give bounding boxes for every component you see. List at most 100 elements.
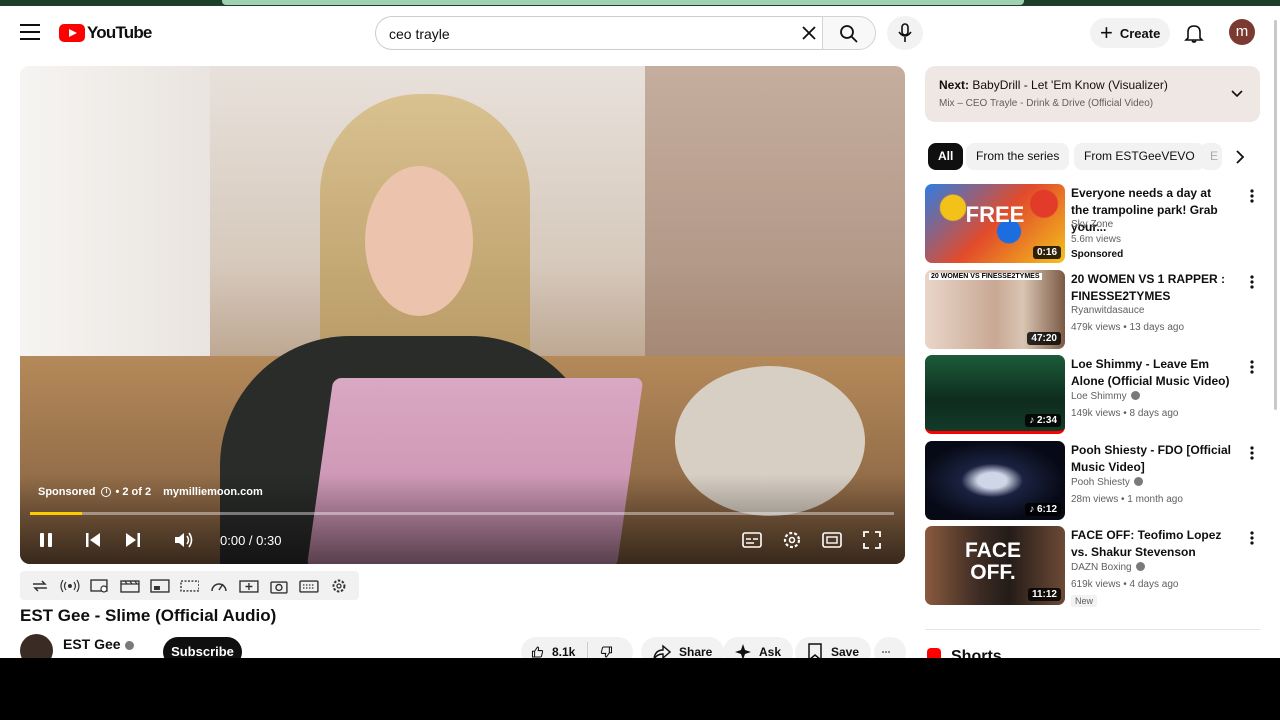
loop-icon[interactable] [30,578,50,594]
settings-icon[interactable] [782,528,802,552]
ask-button[interactable]: Ask [723,637,794,658]
speed-icon[interactable] [209,578,229,594]
duration-badge: ♪ 6:12 [1025,503,1061,516]
captions-icon[interactable] [742,528,762,552]
search-query[interactable]: ceo trayle [389,26,450,42]
search-button[interactable] [822,16,876,50]
duration-text: 2:34 [1036,415,1057,426]
like-icon[interactable] [531,643,544,658]
next-title: BabyDrill - Let 'Em Know (Visualizer) [972,78,1168,92]
rec-channel-row[interactable]: Pooh Shiesty [1071,477,1143,488]
recommendation-item[interactable]: ♪ 6:12 Pooh Shiesty - FDO [Official Musi… [925,441,1260,521]
save-icon [808,643,822,658]
create-button[interactable]: + Create [1090,18,1170,48]
chip-all[interactable]: All [928,143,964,170]
like-dislike-group: 8.1k [521,637,633,658]
section-divider [925,629,1260,630]
video-thumbnail[interactable]: ♪ 2:34 [925,355,1065,434]
recommendation-item[interactable]: ♪ 2:34 Loe Shimmy - Leave Em Alone (Offi… [925,355,1260,435]
crop-icon[interactable] [179,578,200,594]
mix-title: Mix – CEO Trayle - Drink & Drive (Offici… [939,98,1154,109]
rec-channel[interactable]: DAZN Boxing [1071,562,1132,573]
save-button[interactable]: Save [795,637,872,658]
picture-in-picture-icon[interactable] [149,578,170,594]
ad-site-link[interactable]: mymilliemoon.com [163,486,263,498]
next-icon[interactable] [124,528,142,552]
pause-icon[interactable] [38,528,54,552]
broadcast-icon[interactable] [60,578,80,594]
youtube-logo[interactable]: YouTube [59,23,152,43]
rec-title[interactable]: Loe Shimmy - Leave Em Alone (Official Mu… [1071,356,1231,390]
next-up-panel[interactable]: Next: BabyDrill - Let 'Em Know (Visualiz… [925,66,1260,122]
fullscreen-icon[interactable] [862,528,882,552]
bell-icon[interactable] [1183,22,1205,44]
like-count[interactable]: 8.1k [552,645,575,658]
duration-badge: 47:20 [1027,332,1061,345]
volume-icon[interactable] [173,528,195,552]
keyboard-icon[interactable] [299,578,319,594]
video-thumbnail[interactable]: FACE OFF. 11:12 [925,526,1065,605]
channel-name-row[interactable]: EST Gee [63,636,134,652]
verified-icon [1130,391,1140,400]
thumbnail-text: FACE OFF. [964,539,1021,584]
account-avatar[interactable]: m [1229,19,1255,45]
rec-channel-row[interactable]: DAZN Boxing [1071,562,1145,573]
search-input[interactable]: ceo trayle [375,16,823,50]
rec-title[interactable]: Pooh Shiesty - FDO [Official Music Video… [1071,442,1231,476]
video-frame-person-face [365,166,473,316]
screen-eye-icon[interactable] [90,578,110,594]
shorts-label: Shorts [951,648,1002,658]
previous-icon[interactable] [84,528,102,552]
ad-info[interactable]: Sponsored i • 2 of 2 mymilliemoon.com [38,486,263,498]
recommendation-item[interactable]: FACE OFF. 11:12 FACE OFF: Teofimo Lopez … [925,526,1260,607]
page-scrollbar[interactable] [1274,20,1277,410]
new-badge: New [1071,595,1098,607]
dislike-icon[interactable] [600,643,613,658]
chip-truncated[interactable]: E [1200,143,1222,170]
chip-from-series[interactable]: From the series [966,143,1070,170]
video-thumbnail[interactable]: 20 WOMEN VS FINESSE2TYMES 47:20 [925,270,1065,349]
chevron-right-icon[interactable] [1230,147,1250,167]
rec-title[interactable]: FACE OFF: Teofimo Lopez vs. Shakur Steve… [1071,527,1231,561]
more-vert-icon[interactable] [1244,359,1260,375]
search-icon [840,25,858,43]
voice-search-button[interactable] [887,16,923,50]
video-player[interactable]: Sponsored i • 2 of 2 mymilliemoon.com 0:… [20,66,905,564]
more-vert-icon[interactable] [1244,188,1260,204]
rec-channel[interactable]: Loe Shimmy [1071,391,1127,402]
ask-icon [735,644,751,658]
rec-channel[interactable]: Sky Zone [1071,219,1113,230]
extension-settings-icon[interactable] [329,578,349,594]
video-thumbnail[interactable]: FREE 0:16 [925,184,1065,263]
more-vert-icon[interactable] [1244,530,1260,546]
recommendation-item[interactable]: FREE 0:16 Everyone needs a day at the tr… [925,184,1260,264]
more-vert-icon[interactable] [1244,445,1260,461]
menu-icon[interactable] [20,24,40,40]
shorts-icon [927,648,941,658]
recommendation-item[interactable]: 20 WOMEN VS FINESSE2TYMES 47:20 20 WOMEN… [925,270,1260,350]
chevron-down-icon[interactable] [1230,86,1244,100]
film-icon[interactable] [120,578,140,594]
video-thumbnail[interactable]: ♪ 6:12 [925,441,1065,520]
rec-title[interactable]: 20 WOMEN VS 1 RAPPER : FINESSE2TYMES [1071,271,1231,305]
shorts-heading[interactable]: Shorts [927,648,1002,658]
channel-avatar[interactable] [20,634,53,658]
screenshot-camera-icon[interactable] [269,578,289,594]
theater-icon[interactable] [822,528,842,552]
add-frame-icon[interactable] [239,578,259,594]
rec-channel[interactable]: Pooh Shiesty [1071,477,1130,488]
info-icon[interactable]: i [101,487,112,497]
channel-name[interactable]: EST Gee [63,636,121,652]
more-vert-icon[interactable] [1244,274,1260,290]
more-actions-button[interactable] [874,637,906,658]
share-button[interactable]: Share [641,637,725,658]
rec-channel-row[interactable]: Loe Shimmy [1071,391,1140,402]
rec-meta: 5.6m views [1071,234,1122,245]
subscribe-button[interactable]: Subscribe [163,637,242,658]
clear-icon[interactable] [799,23,819,43]
time-display: 0:00 / 0:30 [220,533,282,548]
rec-channel[interactable]: Ryanwitdasauce [1071,305,1144,316]
browser-tab-highlight [222,0,1024,5]
progress-bar[interactable] [30,512,894,515]
chip-from-channel[interactable]: From ESTGeeVEVO [1074,143,1205,170]
